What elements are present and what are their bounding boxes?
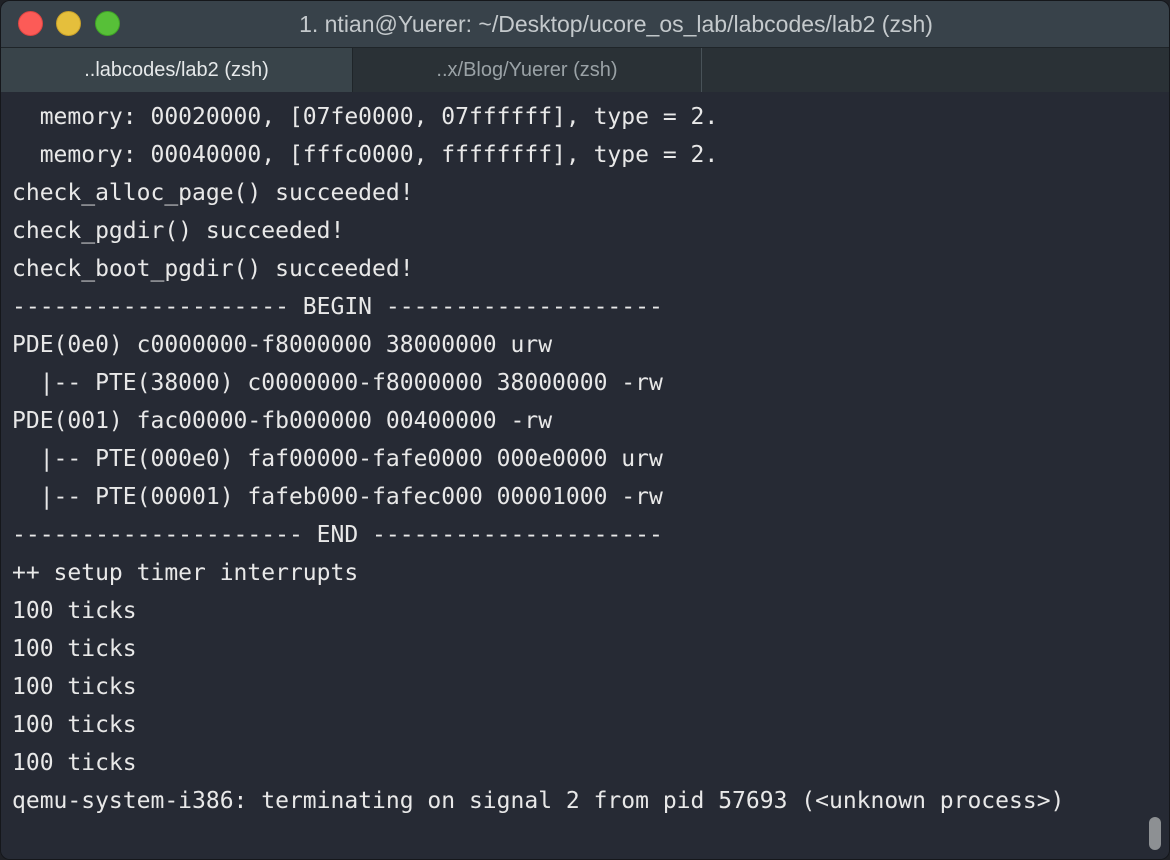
tab-blog[interactable]: ..x/Blog/Yuerer (zsh) bbox=[353, 48, 702, 92]
scrollbar-thumb[interactable] bbox=[1149, 817, 1161, 850]
terminal-line: -------------------- BEGIN -------------… bbox=[12, 294, 663, 320]
terminal-line: 100 ticks bbox=[12, 750, 137, 776]
terminal-line: --------------------- END --------------… bbox=[12, 522, 663, 548]
tab-lab2[interactable]: ..labcodes/lab2 (zsh) bbox=[1, 48, 353, 92]
terminal-line: memory: 00040000, [fffc0000, ffffffff], … bbox=[12, 142, 719, 168]
terminal-line: check_alloc_page() succeeded! bbox=[12, 180, 414, 206]
terminal-line: PDE(001) fac00000-fb000000 00400000 -rw bbox=[12, 408, 553, 434]
terminal-line: ++ setup timer interrupts bbox=[12, 560, 359, 586]
terminal-output[interactable]: memory: 00020000, [07fe0000, 07ffffff], … bbox=[1, 92, 1169, 859]
terminal-line: check_boot_pgdir() succeeded! bbox=[12, 256, 414, 282]
terminal-line: 100 ticks bbox=[12, 636, 137, 662]
tab-bar: ..labcodes/lab2 (zsh) ..x/Blog/Yuerer (z… bbox=[1, 47, 1169, 92]
window-title: 1. ntian@Yuerer: ~/Desktop/ucore_os_lab/… bbox=[299, 11, 933, 37]
terminal-line: 100 ticks bbox=[12, 674, 137, 700]
terminal-line: |-- PTE(00001) fafeb000-fafec000 0000100… bbox=[12, 484, 663, 510]
terminal-line: 100 ticks bbox=[12, 712, 137, 738]
title-bar[interactable]: 1. ntian@Yuerer: ~/Desktop/ucore_os_lab/… bbox=[1, 1, 1169, 47]
terminal-line: qemu-system-i386: terminating on signal … bbox=[12, 788, 1065, 814]
terminal-line: |-- PTE(38000) c0000000-f8000000 3800000… bbox=[12, 370, 663, 396]
terminal-line: check_pgdir() succeeded! bbox=[12, 218, 345, 244]
terminal-line: 100 ticks bbox=[12, 598, 137, 624]
terminal-line: |-- PTE(000e0) faf00000-fafe0000 000e000… bbox=[12, 446, 663, 472]
terminal-window: 1. ntian@Yuerer: ~/Desktop/ucore_os_lab/… bbox=[0, 0, 1170, 860]
terminal-line: PDE(0e0) c0000000-f8000000 38000000 urw bbox=[12, 332, 553, 358]
terminal-line: memory: 00020000, [07fe0000, 07ffffff], … bbox=[12, 104, 719, 130]
